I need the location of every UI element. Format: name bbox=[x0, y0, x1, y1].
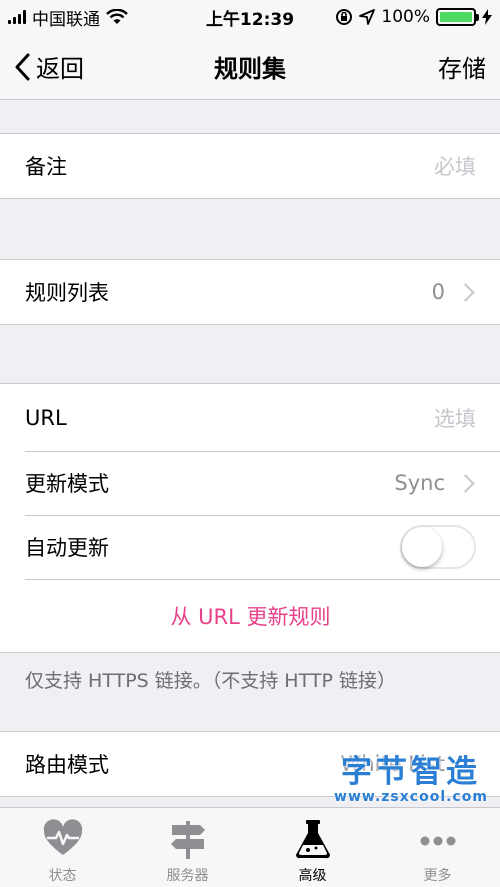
back-button[interactable]: 返回 bbox=[14, 49, 84, 84]
chevron-right-icon bbox=[456, 282, 475, 302]
battery-fill bbox=[440, 12, 472, 22]
route-mode-value-wrap: White List bbox=[341, 752, 476, 776]
url-row[interactable]: URL 选填 bbox=[0, 384, 500, 451]
charging-bolt-icon bbox=[482, 9, 492, 25]
route-mode-row[interactable]: 路由模式 White List bbox=[0, 732, 500, 796]
navigation-bar: 返回 规则集 存储 bbox=[0, 34, 500, 100]
route-group: 路由模式 White List bbox=[0, 731, 500, 797]
note-row[interactable]: 备注 必填 bbox=[0, 134, 500, 198]
rules-list-label: 规则列表 bbox=[25, 281, 109, 305]
url-label: URL bbox=[25, 405, 67, 430]
save-button[interactable]: 存储 bbox=[438, 49, 486, 84]
tab-more[interactable]: 更多 bbox=[383, 817, 493, 885]
status-left: 中国联通 bbox=[8, 5, 128, 30]
back-label: 返回 bbox=[36, 55, 84, 83]
tab-status-label: 状态 bbox=[48, 868, 77, 884]
signal-icon bbox=[8, 10, 26, 24]
battery-percent: 100% bbox=[381, 7, 430, 27]
update-from-url-button[interactable]: 从 URL 更新规则 bbox=[0, 579, 500, 652]
note-input[interactable]: 必填 bbox=[434, 151, 476, 181]
auto-update-label: 自动更新 bbox=[25, 536, 109, 560]
rotation-lock-icon bbox=[336, 9, 353, 25]
tab-status[interactable]: 状态 bbox=[8, 817, 118, 885]
auto-update-toggle[interactable] bbox=[400, 525, 476, 569]
route-mode-value: White List bbox=[340, 752, 445, 776]
update-mode-row[interactable]: 更新模式 Sync bbox=[0, 451, 500, 515]
note-group: 备注 必填 bbox=[0, 133, 500, 199]
chevron-right-icon bbox=[456, 754, 475, 774]
https-footer-note: 仅支持 HTTPS 链接。（不支持 HTTP 链接） bbox=[25, 670, 396, 692]
note-label: 备注 bbox=[25, 155, 67, 179]
status-right: 100% bbox=[335, 7, 492, 27]
auto-update-row: 自动更新 bbox=[0, 515, 500, 579]
update-mode-label: 更新模式 bbox=[25, 472, 109, 496]
rules-group: 规则列表 0 bbox=[0, 259, 500, 325]
tab-bar: 状态 服务器 高级 更多 bbox=[0, 807, 500, 887]
rules-list-row[interactable]: 规则列表 0 bbox=[0, 260, 500, 324]
carrier-label: 中国联通 bbox=[32, 9, 100, 30]
route-mode-label: 路由模式 bbox=[25, 753, 109, 777]
rules-count: 0 bbox=[431, 280, 445, 304]
tab-advanced[interactable]: 高级 bbox=[258, 817, 368, 885]
flask-icon bbox=[295, 820, 330, 859]
update-mode-value-wrap: Sync bbox=[394, 471, 476, 495]
update-mode-value: Sync bbox=[394, 471, 445, 495]
chevron-right-icon bbox=[456, 473, 475, 493]
location-icon bbox=[359, 9, 376, 25]
more-dots-icon bbox=[420, 836, 455, 846]
heart-pulse-icon bbox=[43, 819, 82, 855]
status-bar: 中国联通 上午12:39 100% bbox=[0, 0, 500, 34]
battery-icon bbox=[436, 8, 479, 26]
signpost-icon bbox=[170, 821, 205, 859]
url-input[interactable]: 选填 bbox=[434, 403, 476, 433]
tab-advanced-label: 高级 bbox=[298, 868, 327, 884]
tab-more-label: 更多 bbox=[423, 868, 452, 884]
tab-servers[interactable]: 服务器 bbox=[133, 817, 243, 885]
url-group: URL 选填 更新模式 Sync 自动更新 从 URL 更新规则 bbox=[0, 383, 500, 653]
chevron-left-icon bbox=[15, 53, 30, 80]
toggle-knob bbox=[402, 527, 442, 567]
wifi-icon bbox=[106, 9, 128, 24]
tab-servers-label: 服务器 bbox=[166, 868, 209, 884]
rules-list-value-wrap: 0 bbox=[432, 280, 476, 304]
update-from-url-label: 从 URL 更新规则 bbox=[170, 604, 331, 629]
